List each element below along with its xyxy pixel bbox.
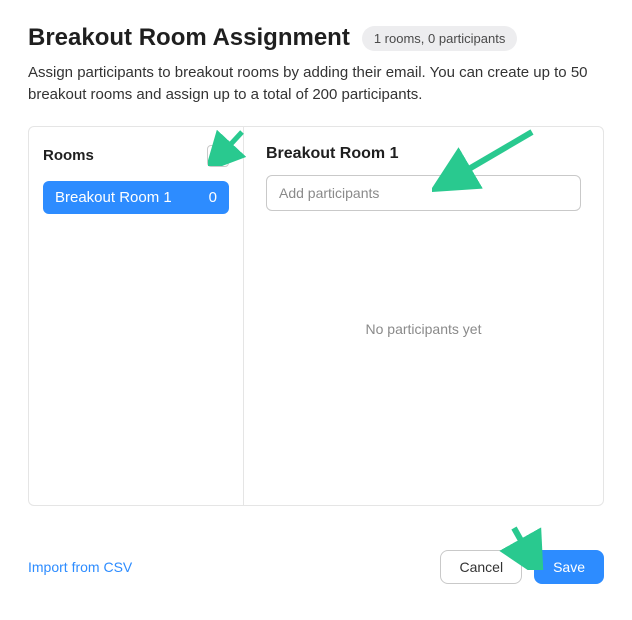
rooms-sidebar-header: Rooms + <box>43 145 229 167</box>
sidebar-item-breakout-room-1[interactable]: Breakout Room 1 0 <box>43 181 229 214</box>
footer-buttons: Cancel Save <box>440 550 604 584</box>
room-detail: Breakout Room 1 No participants yet <box>244 127 603 505</box>
assignment-panel: Rooms + Breakout Room 1 0 Breakout Room … <box>28 126 604 506</box>
rooms-count-badge: 1 rooms, 0 participants <box>362 26 518 51</box>
save-button[interactable]: Save <box>534 550 604 584</box>
room-item-name: Breakout Room 1 <box>55 189 172 206</box>
rooms-sidebar: Rooms + Breakout Room 1 0 <box>29 127 244 505</box>
rooms-heading: Rooms <box>43 147 94 164</box>
no-participants-text: No participants yet <box>266 211 581 487</box>
page-header: Breakout Room Assignment 1 rooms, 0 part… <box>28 24 604 52</box>
import-from-csv-link[interactable]: Import from CSV <box>28 559 132 575</box>
room-item-count: 0 <box>209 189 217 206</box>
add-participants-input[interactable] <box>266 175 581 211</box>
page-title: Breakout Room Assignment <box>28 24 350 52</box>
room-detail-title: Breakout Room 1 <box>266 145 581 163</box>
cancel-button[interactable]: Cancel <box>440 550 522 584</box>
add-room-button[interactable]: + <box>207 145 229 167</box>
footer-bar: Import from CSV Cancel Save <box>28 550 604 584</box>
intro-text: Assign participants to breakout rooms by… <box>28 62 588 106</box>
